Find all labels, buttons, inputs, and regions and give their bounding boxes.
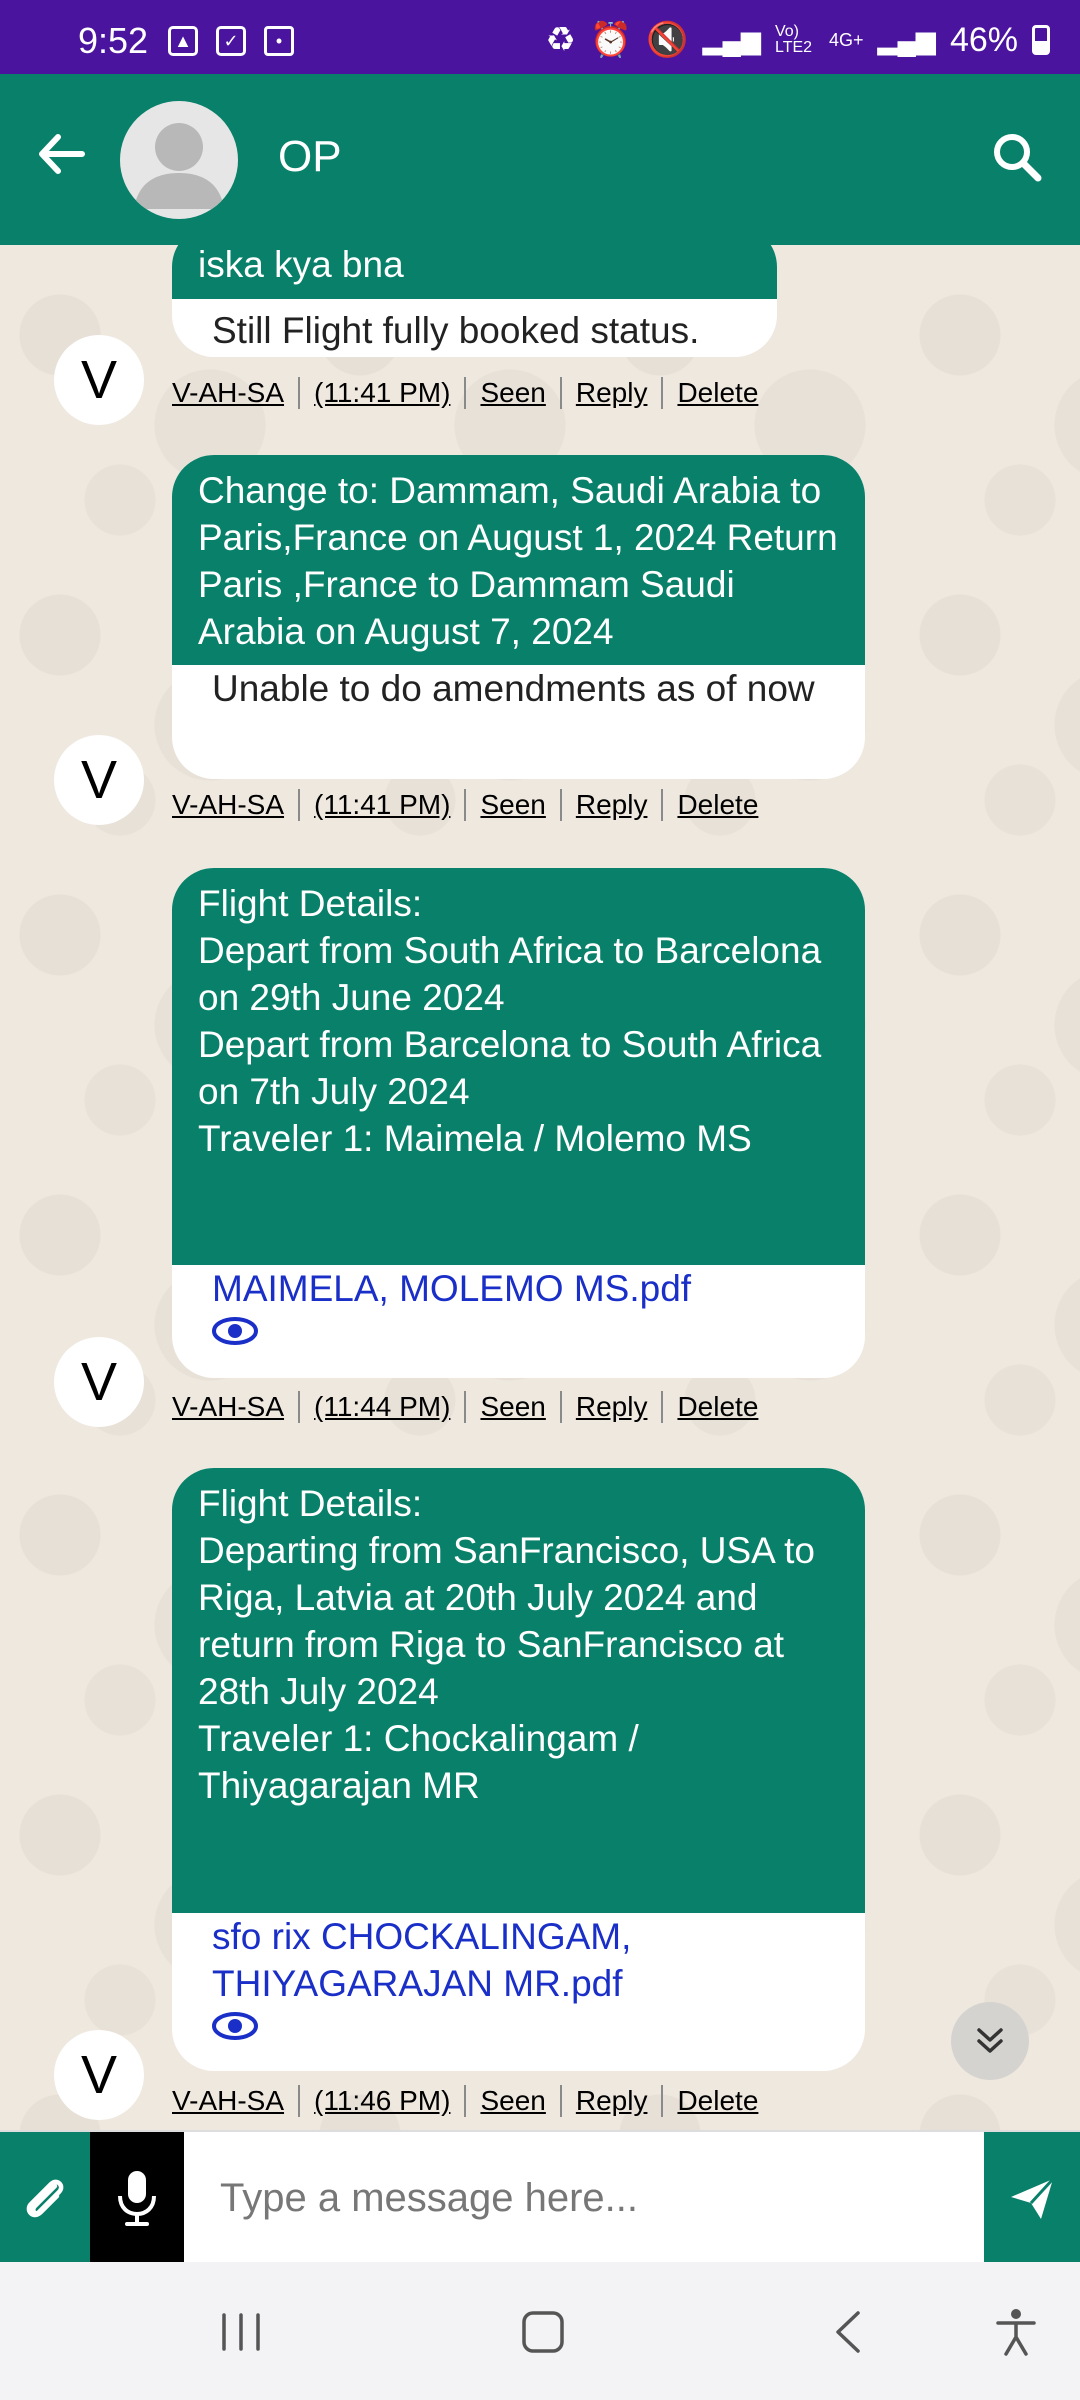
send-icon: [1011, 2177, 1055, 2219]
eye-icon[interactable]: [212, 2011, 258, 2041]
time-link[interactable]: (11:46 PM): [298, 2085, 464, 2117]
delete-link[interactable]: Delete: [661, 1391, 772, 1423]
mute-icon: 🔇: [646, 21, 689, 59]
seen-link[interactable]: Seen: [464, 789, 559, 821]
accessibility-button[interactable]: [994, 2302, 1038, 2362]
home-icon: [522, 2311, 564, 2353]
delete-link[interactable]: Delete: [661, 789, 772, 821]
delete-link[interactable]: Delete: [661, 2085, 772, 2117]
message-text: iska kya bna: [172, 245, 777, 299]
chat-title[interactable]: OP: [278, 132, 342, 182]
message-composer: [0, 2130, 1080, 2264]
back-button[interactable]: [830, 2302, 866, 2362]
alarm-icon: ⏰: [589, 21, 633, 59]
reply-link[interactable]: Reply: [559, 377, 662, 409]
sender-avatar[interactable]: V: [54, 335, 144, 425]
reply-link[interactable]: Reply: [559, 2085, 662, 2117]
person-icon: [134, 123, 224, 209]
chat-area[interactable]: iska kya bna Still Flight fully booked s…: [0, 245, 1080, 2130]
lock-icon: •: [264, 26, 294, 56]
message-meta: V-AH-SA (11:44 PM) Seen Reply Delete: [172, 1391, 772, 1423]
sender-avatar[interactable]: V: [54, 1337, 144, 1427]
message-bubble[interactable]: Change to: Dammam, Saudi Arabia to Paris…: [172, 455, 865, 779]
volte-label: Vo) LTE2: [774, 23, 813, 56]
reply-text: Unable to do amendments as of now: [212, 668, 815, 709]
seen-link[interactable]: Seen: [464, 1391, 559, 1423]
message-text: Flight Details: Departing from SanFranci…: [172, 1468, 865, 1913]
system-navigation-bar: [0, 2262, 1080, 2400]
sender-avatar[interactable]: V: [54, 2030, 144, 2120]
status-time: 9:52: [78, 20, 149, 61]
sender-link[interactable]: V-AH-SA: [172, 789, 298, 821]
reply-text: Still Flight fully booked status.: [212, 310, 700, 351]
time-link[interactable]: (11:44 PM): [298, 1391, 464, 1423]
status-bar: 9:52 ▲ ✓ • ♻ ⏰ 🔇 ▂▄▆ Vo) LTE2 4G+ ▂▄▆ 46…: [0, 0, 1080, 74]
search-icon[interactable]: [990, 130, 1044, 184]
home-button[interactable]: [520, 2302, 566, 2362]
recycle-icon: ♻: [545, 21, 576, 59]
microphone-button[interactable]: [90, 2132, 184, 2264]
delete-link[interactable]: Delete: [661, 377, 772, 409]
eye-icon[interactable]: [212, 1316, 258, 1346]
microphone-icon: [118, 2171, 156, 2226]
message-input[interactable]: [184, 2132, 984, 2264]
recent-apps-icon: [222, 2313, 260, 2351]
time-link[interactable]: (11:41 PM): [298, 377, 464, 409]
pdf-link[interactable]: MAIMELA, MOLEMO MS.pdf: [172, 1265, 865, 1312]
reply-link[interactable]: Reply: [559, 789, 662, 821]
message-bubble[interactable]: Flight Details: Departing from SanFranci…: [172, 1468, 865, 2071]
scroll-down-button[interactable]: [951, 2002, 1029, 2080]
chat-header: OP: [0, 74, 1080, 245]
chevron-double-down-icon: [977, 2028, 1003, 2053]
sender-link[interactable]: V-AH-SA: [172, 377, 298, 409]
pdf-link[interactable]: sfo rix CHOCKALINGAM, THIYAGARAJAN MR.pd…: [172, 1913, 865, 2007]
sender-link[interactable]: V-AH-SA: [172, 1391, 298, 1423]
message-bubble[interactable]: iska kya bna Still Flight fully booked s…: [172, 245, 777, 357]
message-text: Flight Details: Depart from South Africa…: [172, 868, 865, 1265]
battery-text: 46%: [949, 20, 1018, 59]
battery-icon: [1032, 25, 1050, 55]
seen-link[interactable]: Seen: [464, 2085, 559, 2117]
paperclip-icon: [26, 2179, 64, 2218]
checkbox-icon: ✓: [216, 26, 246, 56]
status-left-icons: ▲ ✓ •: [168, 26, 294, 56]
seen-link[interactable]: Seen: [464, 377, 559, 409]
network-label: 4G+: [828, 29, 864, 50]
contact-avatar[interactable]: [120, 101, 238, 219]
back-chevron-icon: [836, 2311, 860, 2353]
signal-icon: ▂▄▆: [702, 24, 761, 55]
message-bubble[interactable]: Flight Details: Depart from South Africa…: [172, 868, 865, 1378]
sender-link[interactable]: V-AH-SA: [172, 2085, 298, 2117]
reply-link[interactable]: Reply: [559, 1391, 662, 1423]
message-text: Change to: Dammam, Saudi Arabia to Paris…: [172, 455, 865, 665]
message-meta: V-AH-SA (11:41 PM) Seen Reply Delete: [172, 789, 772, 821]
sender-avatar[interactable]: V: [54, 735, 144, 825]
recent-apps-button[interactable]: [218, 2302, 264, 2362]
attach-button[interactable]: [0, 2132, 90, 2264]
send-button[interactable]: [984, 2132, 1080, 2264]
message-meta: V-AH-SA (11:41 PM) Seen Reply Delete: [172, 377, 772, 409]
signal-icon-2: ▂▄▆: [877, 24, 936, 55]
status-right-icons: ♻ ⏰ 🔇 ▂▄▆ Vo) LTE2 4G+ ▂▄▆ 46%: [545, 20, 1050, 60]
back-arrow-icon[interactable]: [36, 129, 86, 179]
time-link[interactable]: (11:41 PM): [298, 789, 464, 821]
message-meta: V-AH-SA (11:46 PM) Seen Reply Delete: [172, 2085, 772, 2117]
accessibility-icon: [996, 2309, 1036, 2356]
gallery-icon: ▲: [168, 26, 198, 56]
